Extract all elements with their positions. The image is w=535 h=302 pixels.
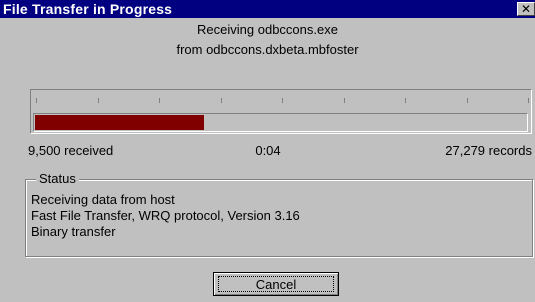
progress-tick (98, 98, 99, 103)
received-count: 9,500 received (28, 143, 114, 158)
elapsed-time: 0:04 (255, 143, 281, 158)
status-legend: Status (36, 172, 79, 186)
status-line-connection: Receiving data from host (31, 192, 175, 207)
progress-tick (344, 98, 345, 103)
progress-tick (405, 98, 406, 103)
title-bar[interactable]: File Transfer in Progress ✕ (0, 0, 535, 18)
progress-tick (282, 98, 283, 103)
progress-tick (159, 98, 160, 103)
file-transfer-dialog: File Transfer in Progress ✕ Receiving od… (0, 0, 535, 302)
status-line-mode: Binary transfer (31, 224, 116, 239)
transfer-source: from odbccons.dxbeta.mbfoster (176, 42, 359, 57)
total-records: 27,279 records (445, 143, 532, 158)
status-line-protocol: Fast File Transfer, WRQ protocol, Versio… (31, 208, 300, 223)
transfer-filename: Receiving odbccons.exe (197, 22, 338, 37)
progress-tick (467, 98, 468, 103)
progress-bar-fill (35, 115, 204, 130)
progress-tick (221, 98, 222, 103)
close-icon[interactable]: ✕ (517, 2, 535, 16)
cancel-button-label: Cancel (255, 277, 297, 292)
progress-bar (33, 113, 528, 132)
cancel-button[interactable]: Cancel (213, 272, 339, 296)
progress-tick (528, 98, 529, 103)
progress-tick (36, 98, 37, 103)
window-title: File Transfer in Progress (3, 1, 173, 17)
